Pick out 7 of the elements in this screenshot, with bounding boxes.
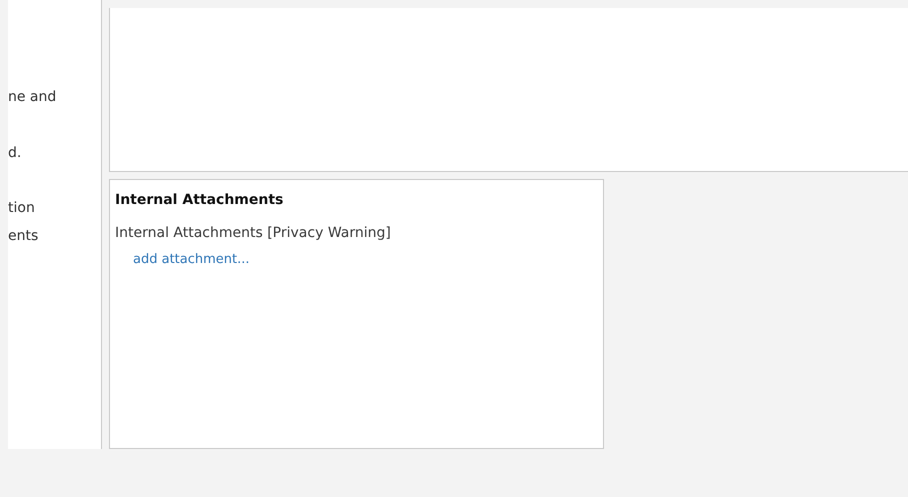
description-text: tion <box>8 199 36 217</box>
attachments-label: Internal Attachments [Privacy Warning] <box>115 224 392 243</box>
description-text: ents <box>8 227 40 245</box>
description-text: ne and <box>8 88 58 106</box>
add-attachment-link[interactable]: add attachment... <box>133 251 250 269</box>
panel-title: Internal Attachments <box>115 191 284 210</box>
description-text: d. <box>8 144 22 162</box>
